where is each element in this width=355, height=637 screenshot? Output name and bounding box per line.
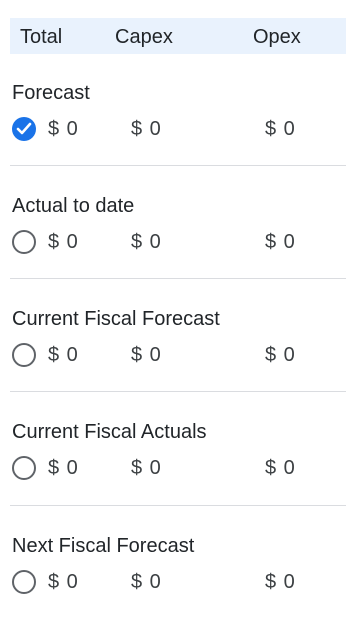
option-title: Actual to date: [12, 195, 135, 217]
option-title: Forecast: [12, 82, 90, 104]
column-header-capex: Capex: [115, 26, 173, 48]
total-value: $ 0: [48, 571, 79, 593]
divider: [10, 278, 346, 279]
total-value: $ 0: [48, 457, 79, 479]
radio-unchecked-icon[interactable]: [12, 570, 36, 594]
option-title: Current Fiscal Forecast: [12, 308, 220, 330]
option-next-fiscal-forecast[interactable]: Next Fiscal Forecast $ 0 $ 0 $ 0: [0, 519, 355, 632]
radio-checked-icon[interactable]: [12, 117, 36, 141]
capex-value: $ 0: [131, 344, 162, 366]
option-title: Next Fiscal Forecast: [12, 535, 195, 557]
radio-unchecked-icon[interactable]: [12, 456, 36, 480]
divider: [10, 165, 346, 166]
column-header-opex: Opex: [253, 26, 301, 48]
opex-value: $ 0: [265, 118, 296, 140]
option-current-fiscal-actuals[interactable]: Current Fiscal Actuals $ 0 $ 0 $ 0: [0, 405, 355, 518]
column-header-total: Total: [20, 26, 63, 48]
capex-value: $ 0: [131, 118, 162, 140]
opex-value: $ 0: [265, 231, 296, 253]
divider: [10, 391, 346, 392]
option-current-fiscal-forecast[interactable]: Current Fiscal Forecast $ 0 $ 0 $ 0: [0, 292, 355, 405]
opex-value: $ 0: [265, 344, 296, 366]
option-title: Current Fiscal Actuals: [12, 421, 207, 443]
opex-value: $ 0: [265, 571, 296, 593]
radio-unchecked-icon[interactable]: [12, 230, 36, 254]
radio-unchecked-icon[interactable]: [12, 343, 36, 367]
total-value: $ 0: [48, 344, 79, 366]
capex-value: $ 0: [131, 231, 162, 253]
capex-value: $ 0: [131, 457, 162, 479]
total-value: $ 0: [48, 118, 79, 140]
capex-value: $ 0: [131, 571, 162, 593]
divider: [10, 505, 346, 506]
option-forecast[interactable]: Forecast $ 0 $ 0 $ 0: [0, 66, 355, 179]
column-header: Total Capex Opex: [10, 18, 346, 54]
opex-value: $ 0: [265, 457, 296, 479]
total-value: $ 0: [48, 231, 79, 253]
option-actual-to-date[interactable]: Actual to date $ 0 $ 0 $ 0: [0, 179, 355, 292]
